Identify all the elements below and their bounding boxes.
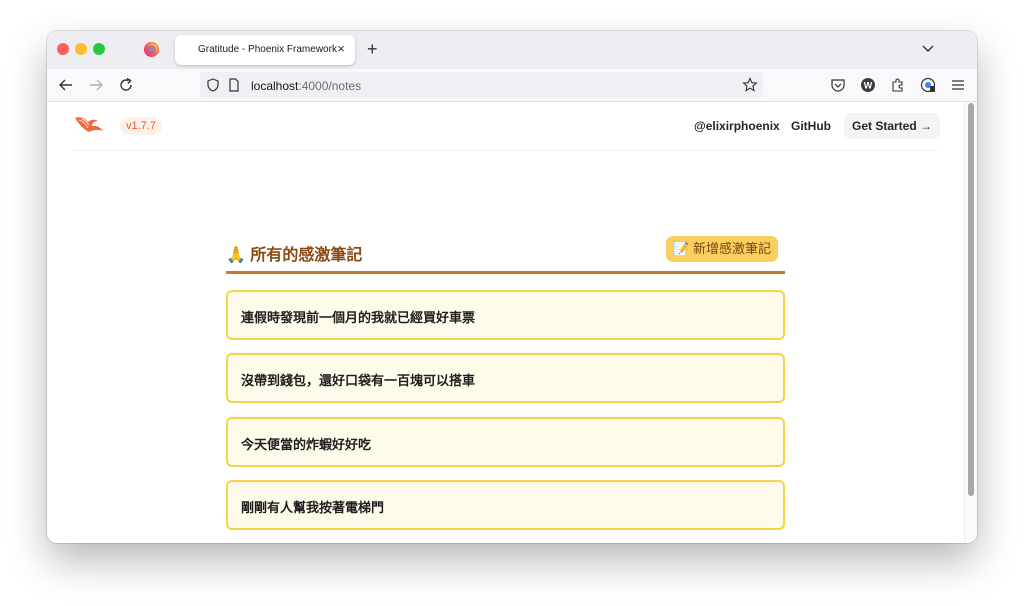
pocket-icon[interactable] [830, 77, 846, 93]
note-card[interactable]: 今天便當的炸蝦好好吃 [226, 417, 785, 467]
page-icon[interactable] [227, 78, 241, 92]
note-text: 沒帶到錢包，還好口袋有一百塊可以搭車 [241, 373, 476, 388]
tab-close-icon[interactable]: × [333, 41, 349, 57]
menu-icon[interactable] [950, 77, 966, 93]
bookmark-star-icon[interactable] [742, 77, 758, 93]
url-path: :4000/notes [298, 79, 362, 93]
back-arrow-icon[interactable] [57, 76, 75, 94]
tab-bar: Gratitude - Phoenix Framework × + [47, 31, 977, 69]
note-card[interactable]: 剛剛有人幫我按著電梯門 [226, 480, 785, 530]
twitter-handle-link[interactable]: @elixirphoenix [694, 119, 780, 133]
note-card[interactable]: 沒帶到錢包，還好口袋有一百塊可以搭車 [226, 353, 785, 403]
scrollbar-thumb[interactable] [968, 103, 974, 496]
page-title: 🙏 所有的感激筆記 [226, 247, 363, 264]
note-text: 今天便當的炸蝦好好吃 [241, 437, 372, 452]
close-window-button[interactable] [57, 43, 69, 55]
minimize-window-button[interactable] [75, 43, 87, 55]
new-tab-button[interactable]: + [367, 39, 378, 59]
browser-window: Gratitude - Phoenix Framework × + localh… [47, 31, 977, 543]
navigation-toolbar: localhost:4000/notes W [47, 69, 977, 102]
notes-header: 🙏 所有的感激筆記 📝 新增感激筆記 [226, 236, 785, 274]
note-text: 剛剛有人幫我按著電梯門 [241, 500, 385, 515]
note-card[interactable]: 連假時發現前一個月的我就已經買好車票 [226, 290, 785, 340]
add-note-button[interactable]: 📝 新增感激筆記 [666, 236, 778, 262]
url-host: localhost [251, 79, 299, 93]
forward-arrow-icon[interactable] [87, 76, 105, 94]
scrollbar[interactable] [964, 102, 977, 543]
tab-gratitude[interactable]: Gratitude - Phoenix Framework × [175, 35, 355, 65]
tab-title: Gratitude - Phoenix Framework [198, 44, 337, 55]
site-header: v1.7.7 @elixirphoenix GitHub Get Started… [72, 102, 941, 151]
page-viewport: v1.7.7 @elixirphoenix GitHub Get Started… [47, 102, 977, 543]
reload-icon[interactable] [117, 76, 135, 94]
url-text[interactable]: localhost:4000/notes [251, 79, 361, 93]
phoenix-logo-icon[interactable] [74, 114, 104, 134]
notes-section: 🙏 所有的感激筆記 📝 新增感激筆記 連假時發現前一個月的我就已經買好車票 沒帶… [226, 236, 785, 530]
extensions-puzzle-icon[interactable] [890, 77, 906, 93]
firefox-icon [144, 42, 159, 57]
account-icon[interactable] [920, 77, 936, 93]
shield-icon[interactable] [206, 78, 220, 92]
version-badge: v1.7.7 [120, 117, 162, 135]
zoom-window-button[interactable] [93, 43, 105, 55]
wordpress-extension-icon[interactable]: W [860, 77, 876, 93]
get-started-button[interactable]: Get Started → [844, 113, 941, 139]
chevron-down-icon[interactable] [921, 41, 935, 55]
url-bar[interactable]: localhost:4000/notes [200, 72, 763, 98]
github-link[interactable]: GitHub [791, 119, 831, 133]
note-text: 連假時發現前一個月的我就已經買好車票 [241, 310, 476, 325]
svg-text:W: W [864, 81, 873, 91]
